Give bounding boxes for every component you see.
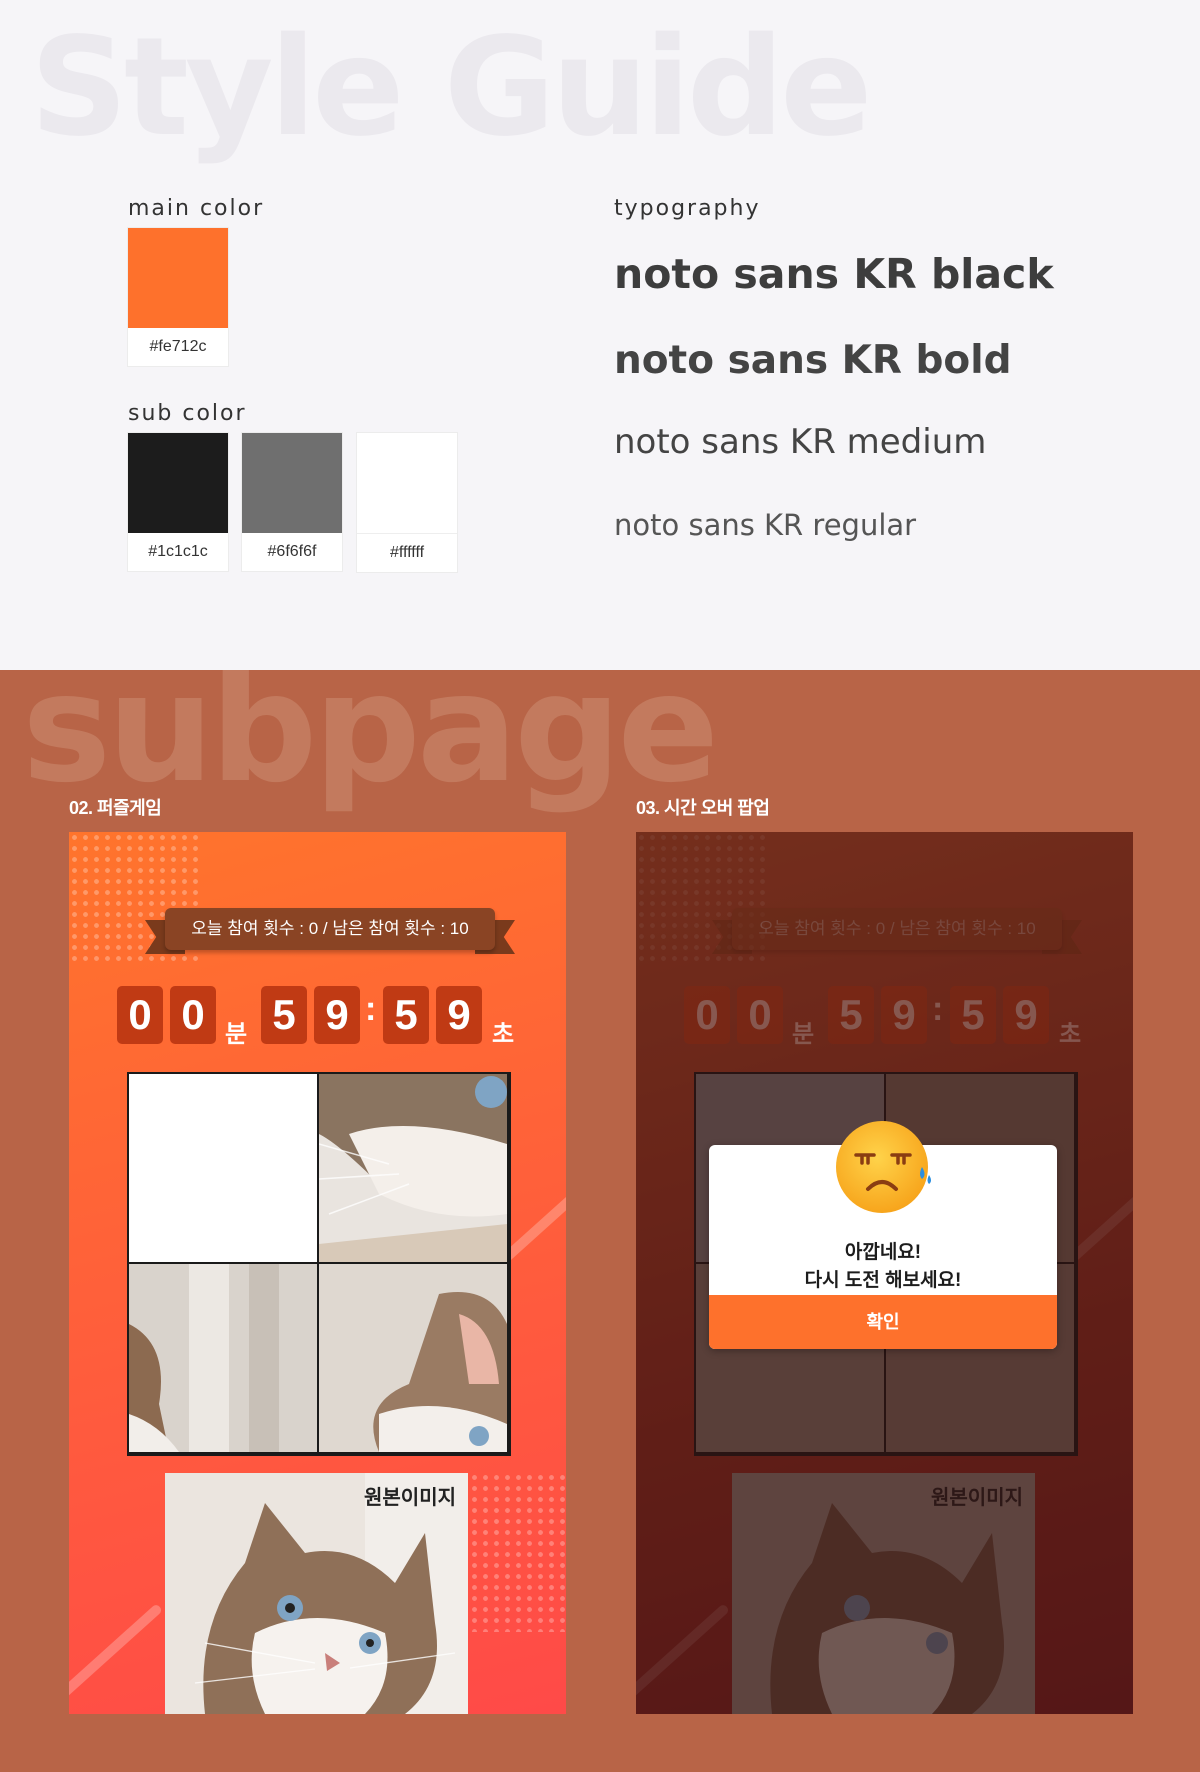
decor-stripe [69, 1603, 164, 1711]
timer-digit: 9 [436, 986, 482, 1044]
timer-colon: : [365, 990, 377, 1028]
typography-sample-medium: noto sans KR medium [614, 422, 987, 462]
typography-sample-black: noto sans KR black [614, 250, 1054, 298]
color-code: #6f6f6f [267, 543, 317, 560]
cat-photo-fragment [319, 1264, 507, 1452]
puzzle-tile[interactable] [319, 1074, 507, 1262]
timer-digit: 5 [261, 986, 307, 1044]
time-over-screen: 오늘 참여 횟수 : 0 / 남은 참여 횟수 : 10 0 0 분 5 9 :… [636, 832, 1133, 1714]
participation-ribbon: 오늘 참여 횟수 : 0 / 남은 참여 횟수 : 10 [145, 908, 515, 960]
reference-image-label: 원본이미지 [364, 1487, 456, 1509]
confirm-button[interactable]: 확인 [709, 1295, 1057, 1349]
timer-digit: 0 [117, 986, 163, 1044]
color-chip [242, 433, 342, 533]
color-chip [128, 228, 228, 328]
puzzle-tile[interactable] [129, 1264, 317, 1452]
timer-digit: 5 [383, 986, 429, 1044]
countdown-timer: 0 0 분 5 9 : 5 9 초 [117, 986, 537, 1048]
popup-section-title: 03. 시간 오버 팝업 [636, 798, 770, 818]
color-chip [128, 433, 228, 533]
main-color-swatch: #fe712c [128, 228, 228, 366]
puzzle-grid [127, 1072, 511, 1456]
color-chip [357, 433, 457, 534]
puzzle-section-title: 02. 퍼즐게임 [69, 798, 162, 818]
puzzle-tile[interactable] [319, 1264, 507, 1452]
color-code: #1c1c1c [148, 543, 208, 560]
sub-color-swatch-white: #ffffff [357, 433, 457, 572]
timer-second-unit: 초 [492, 1021, 515, 1048]
sad-face-icon [836, 1121, 931, 1213]
sub-color-swatch-gray: #6f6f6f [242, 433, 342, 571]
style-guide-watermark: Style Guide [30, 9, 872, 167]
main-color-label: main color [128, 196, 265, 221]
subpage-watermark: subpage [22, 670, 719, 816]
subpage-section: subpage 02. 퍼즐게임 03. 시간 오버 팝업 오늘 참여 횟수 :… [0, 670, 1200, 1772]
sub-color-label: sub color [128, 401, 247, 426]
style-guide-section: Style Guide main color #fe712c sub color… [0, 0, 1200, 670]
color-code: #ffffff [389, 544, 425, 561]
modal-message-line2: 다시 도전 해보세요! [804, 1270, 962, 1291]
puzzle-tile-empty[interactable] [129, 1074, 317, 1262]
color-code: #fe712c [149, 338, 207, 355]
timer-minute-unit: 분 [225, 1021, 248, 1048]
dot-pattern [469, 1472, 566, 1632]
puzzle-game-screen: 오늘 참여 횟수 : 0 / 남은 참여 횟수 : 10 0 0 분 5 9 :… [69, 832, 566, 1714]
participation-count-text: 오늘 참여 횟수 : 0 / 남은 참여 횟수 : 10 [165, 908, 495, 950]
modal-message-line1: 아깝네요! [844, 1242, 922, 1263]
typography-label: typography [614, 196, 761, 221]
reference-image: 원본이미지 [165, 1473, 468, 1714]
cat-photo-fragment [129, 1264, 317, 1452]
cat-photo-fragment [319, 1074, 507, 1262]
sub-color-swatch-black: #1c1c1c [128, 433, 228, 571]
typography-sample-bold: noto sans KR bold [614, 338, 1012, 383]
timer-digit: 0 [170, 986, 216, 1044]
typography-sample-regular: noto sans KR regular [614, 508, 917, 542]
timer-digit: 9 [314, 986, 360, 1044]
